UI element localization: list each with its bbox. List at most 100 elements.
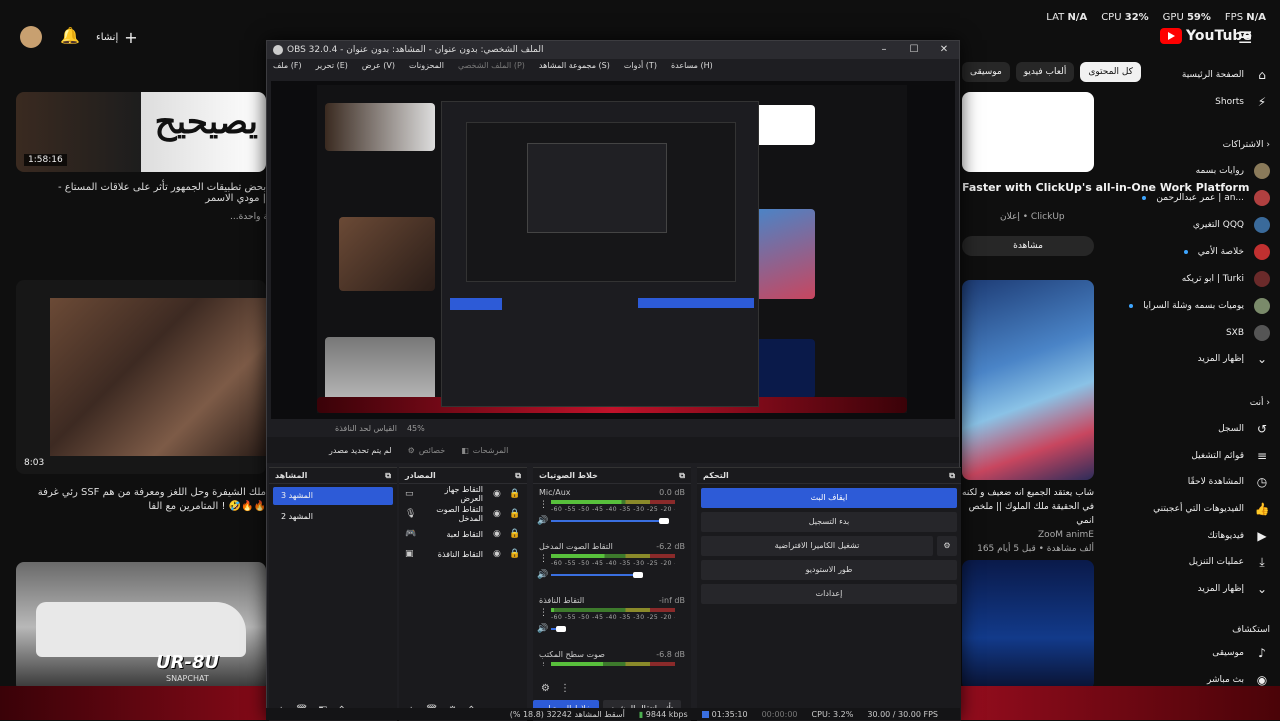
mic-icon: 🎙 bbox=[405, 509, 417, 519]
sidebar-item-music[interactable]: موسيقى ♪ bbox=[1212, 642, 1270, 664]
source-item[interactable]: 🎙 التقاط الصوت المدخل ◉ 🔒 bbox=[399, 504, 527, 524]
sidebar-item-watch-later[interactable]: المشاهدة لاحقًا ◷ bbox=[1188, 471, 1270, 493]
menu-profile[interactable]: الملف الشخصي (P) bbox=[458, 61, 525, 77]
obs-preview[interactable] bbox=[271, 81, 955, 419]
sub-item[interactable]: ابو تريكه | Turki bbox=[1182, 268, 1270, 290]
video-title-4[interactable]: شاب يعتقد الجميع انه ضعيف و لكنه في الحق… bbox=[962, 486, 1094, 528]
preview-thumb bbox=[755, 105, 815, 145]
mixer-settings-icon[interactable]: ⚙ bbox=[541, 683, 550, 694]
menu-scene-collection[interactable]: مجموعة المشاهد (S) bbox=[539, 61, 610, 77]
subscriptions-header[interactable]: الاشتراكات › bbox=[1223, 140, 1270, 150]
start-recording-button[interactable]: بدء التسجيل bbox=[701, 512, 957, 532]
more-icon[interactable]: ⋮ bbox=[539, 554, 548, 564]
gear-icon[interactable]: ⚙ bbox=[937, 536, 957, 556]
studio-mode-button[interactable]: طور الاستوديو bbox=[701, 560, 957, 580]
lock-icon[interactable]: 🔒 bbox=[509, 549, 521, 559]
scene-item[interactable]: المشهد 3 bbox=[273, 487, 393, 505]
sidebar-item-history[interactable]: السجل ↺ bbox=[1218, 418, 1270, 440]
sub-item[interactable]: روايات بسمه bbox=[1196, 160, 1270, 182]
sub-item[interactable]: التغيري QQQ bbox=[1193, 214, 1270, 236]
video-thumbnail-4[interactable] bbox=[962, 280, 1094, 480]
stop-streaming-button[interactable]: ايقاف البث bbox=[701, 488, 957, 508]
minimize-icon[interactable]: – bbox=[869, 41, 899, 59]
eye-icon[interactable]: ◉ bbox=[493, 529, 505, 539]
video-title-1[interactable]: بحض تطبيقات الجمهور تأثر على علاقات المس… bbox=[40, 182, 266, 204]
eye-icon[interactable]: ◉ bbox=[493, 489, 505, 499]
like-icon: 👍 bbox=[1254, 502, 1270, 516]
sidebar-item-liked[interactable]: الفيديوهات التي أعجبتني 👍 bbox=[1153, 498, 1270, 520]
volume-slider-knob[interactable] bbox=[633, 572, 644, 578]
ad-thumbnail[interactable] bbox=[962, 92, 1094, 172]
show-more-you[interactable]: إظهار المزيد ⌄ bbox=[1198, 578, 1270, 600]
ad-watch-button[interactable]: مشاهدة bbox=[962, 236, 1094, 256]
menu-tools[interactable]: أدوات (T) bbox=[624, 61, 657, 77]
bell-icon[interactable]: 🔔 bbox=[60, 26, 80, 45]
volume-icon[interactable]: 🔊 bbox=[537, 624, 548, 634]
sidebar-item-home[interactable]: الصفحة الرئيسية ⌂ bbox=[1182, 64, 1270, 86]
nested-obs-window bbox=[441, 101, 759, 407]
sidebar-item-shorts[interactable]: Shorts ⚡ bbox=[1215, 91, 1270, 113]
video-title-2[interactable]: رئي غرفة SSF ملك الشيفرة وحل اللغز ومعرف… bbox=[16, 486, 266, 514]
menu-edit[interactable]: تحرير (E) bbox=[316, 61, 348, 77]
volume-icon[interactable]: 🔊 bbox=[537, 570, 548, 580]
dock-undock-icon[interactable]: ⧉ bbox=[679, 471, 685, 480]
virtual-camera-button[interactable]: تشغيل الكاميرا الافتراضية bbox=[701, 536, 933, 556]
source-item[interactable]: ▣ التقاط النافذة ◉ 🔒 bbox=[399, 544, 527, 564]
menu-view[interactable]: عرض (V) bbox=[362, 61, 395, 77]
video-thumbnail-3[interactable]: UR-8U SNAPCHAT bbox=[16, 562, 266, 692]
filters-button[interactable]: ◧ المرشحات bbox=[461, 446, 508, 455]
video-thumbnail-5[interactable] bbox=[962, 560, 1094, 690]
bitrate-value: 9844 kbps bbox=[645, 709, 688, 719]
obs-titlebar[interactable]: OBS 32.0.4 - الملف الشخصي: بدون عنوان - … bbox=[267, 41, 959, 59]
maximize-icon[interactable]: ☐ bbox=[899, 41, 929, 59]
sidebar-item-playlists[interactable]: قوائم التشغيل ≡ bbox=[1191, 445, 1270, 467]
scene-item[interactable]: المشهد 2 bbox=[273, 508, 393, 526]
history-icon: ↺ bbox=[1256, 422, 1268, 436]
source-item[interactable]: ▭ التقاط جهاز العرض ◉ 🔒 bbox=[399, 484, 527, 504]
more-icon[interactable]: ⋮ bbox=[539, 662, 548, 666]
source-item[interactable]: 🎮 التقاط لعبة ◉ 🔒 bbox=[399, 524, 527, 544]
menu-help[interactable]: مساعدة (H) bbox=[671, 61, 713, 77]
sub-item[interactable]: يوميات بسمه وشلة السرايا bbox=[1129, 295, 1270, 317]
volume-icon[interactable]: 🔊 bbox=[537, 516, 548, 526]
close-icon[interactable]: ✕ bbox=[929, 41, 959, 59]
create-label: إنشاء bbox=[96, 32, 119, 43]
eye-icon[interactable]: ◉ bbox=[493, 549, 505, 559]
menu-icon[interactable]: ☰ bbox=[1238, 28, 1252, 47]
zoom-hint[interactable]: القياس لحد النافذة bbox=[335, 424, 397, 433]
sub-item[interactable]: عمر عبدالرحمن | an... bbox=[1142, 187, 1270, 209]
properties-button[interactable]: ⚙ خصائص bbox=[408, 446, 446, 455]
volume-slider[interactable] bbox=[551, 574, 638, 576]
sub-item[interactable]: خلاصة الأمي bbox=[1183, 241, 1270, 263]
chip-music[interactable]: موسيقى bbox=[962, 62, 1010, 82]
more-icon[interactable]: ⋮ bbox=[539, 608, 548, 618]
lock-icon[interactable]: 🔒 bbox=[509, 489, 521, 499]
volume-slider-knob[interactable] bbox=[659, 518, 670, 524]
sidebar-item-your-videos[interactable]: فيديوهاتك ▶ bbox=[1208, 525, 1270, 547]
create-button[interactable]: إنشاء + bbox=[96, 28, 138, 47]
avatar[interactable] bbox=[20, 26, 42, 48]
video-thumbnail-2[interactable]: 8:03 bbox=[16, 280, 266, 474]
menu-docks[interactable]: المحزونات bbox=[409, 61, 444, 77]
menu-file[interactable]: ملف (F) bbox=[273, 61, 302, 77]
sidebar-item-downloads[interactable]: عمليات التنزيل ⤓ bbox=[1189, 551, 1270, 573]
zoom-value[interactable]: 45% bbox=[407, 424, 425, 433]
video-thumbnail-1[interactable]: يصيحيح 1:58:16 bbox=[16, 92, 266, 172]
mixer-channel: التقاط النافذة -inf dB ⋮ -60 -55 -50 -45 -4… bbox=[533, 592, 691, 646]
show-more-subs[interactable]: إظهار المزيد ⌄ bbox=[1198, 348, 1270, 370]
you-header[interactable]: أنت › bbox=[1250, 398, 1270, 408]
lock-icon[interactable]: 🔒 bbox=[509, 509, 521, 519]
volume-slider-knob[interactable] bbox=[555, 626, 566, 632]
dock-undock-icon[interactable]: ⧉ bbox=[949, 471, 955, 480]
channel-name[interactable]: ZooM animE bbox=[962, 528, 1094, 542]
dock-undock-icon[interactable]: ⧉ bbox=[385, 471, 391, 480]
more-icon[interactable]: ⋮ bbox=[539, 500, 548, 510]
more-icon[interactable]: ⋮ bbox=[560, 683, 570, 694]
lock-icon[interactable]: 🔒 bbox=[509, 529, 521, 539]
chip-games[interactable]: ألعاب فيديو bbox=[1015, 62, 1075, 82]
settings-button[interactable]: إعدادات bbox=[701, 584, 957, 604]
dock-undock-icon[interactable]: ⧉ bbox=[515, 471, 521, 480]
eye-icon[interactable]: ◉ bbox=[493, 509, 505, 519]
volume-slider[interactable] bbox=[551, 520, 665, 522]
sub-item[interactable]: SXB bbox=[1226, 322, 1270, 344]
